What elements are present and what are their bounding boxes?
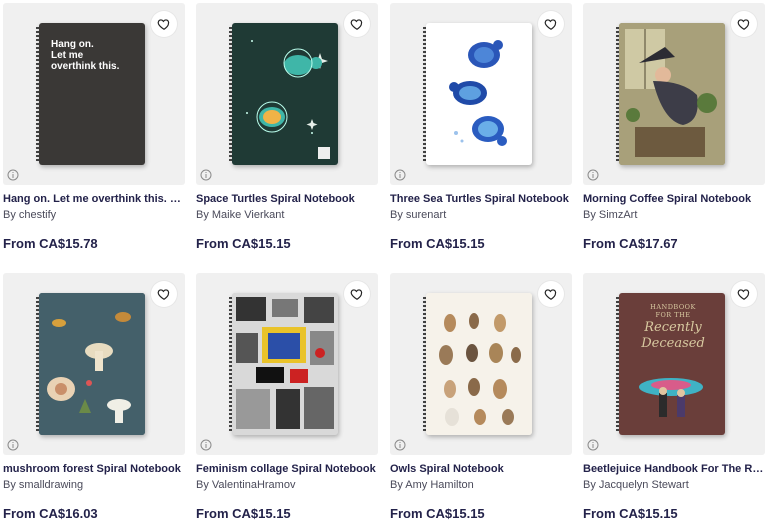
product-image[interactable] (390, 3, 572, 185)
mushroom-forest-art (39, 293, 145, 435)
notebook-cover: HANDBOOK FOR THE Recently Deceased (619, 293, 725, 435)
product-title[interactable]: Morning Coffee Spiral Notebook (583, 193, 765, 205)
feminism-collage-art (232, 293, 338, 435)
info-icon[interactable] (7, 169, 19, 181)
notebook-cover (39, 293, 145, 435)
product-price: From CA$17.67 (583, 236, 678, 251)
product-artist[interactable]: By chestify (3, 209, 185, 221)
notebook-cover (426, 23, 532, 165)
product-artist[interactable]: By ValentinaHramov (196, 479, 378, 491)
product-image[interactable]: HANDBOOK FOR THE Recently Deceased (583, 273, 765, 455)
product-card[interactable]: Morning Coffee Spiral Notebook By SimzAr… (583, 3, 765, 258)
product-card[interactable]: Three Sea Turtles Spiral Notebook By sur… (390, 3, 572, 258)
info-icon[interactable] (394, 439, 406, 451)
cover-text: Hang on. Let me overthink this. (51, 39, 120, 72)
product-artist[interactable]: By smalldrawing (3, 479, 185, 491)
product-artist[interactable]: By surenart (390, 209, 572, 221)
product-card[interactable]: Hang on. Let me overthink this. Hang on.… (3, 3, 185, 258)
sea-turtles-art (449, 40, 507, 146)
product-price: From CA$15.78 (3, 236, 98, 251)
favorite-heart-icon[interactable] (151, 281, 177, 307)
product-card[interactable]: Owls Spiral Notebook By Amy Hamilton Fro… (390, 273, 572, 523)
info-icon[interactable] (200, 169, 212, 181)
product-image[interactable] (3, 273, 185, 455)
info-icon[interactable] (7, 439, 19, 451)
product-artist[interactable]: By SimzArt (583, 209, 765, 221)
space-turtles-art (246, 40, 330, 159)
favorite-heart-icon[interactable] (538, 11, 564, 37)
product-artist[interactable]: By Maike Vierkant (196, 209, 378, 221)
product-title[interactable]: Space Turtles Spiral Notebook (196, 193, 378, 205)
product-title[interactable]: Three Sea Turtles Spiral Notebook (390, 193, 572, 205)
favorite-heart-icon[interactable] (731, 281, 757, 307)
product-card[interactable]: Feminism collage Spiral Notebook By Vale… (196, 273, 378, 523)
notebook-cover (232, 293, 338, 435)
favorite-heart-icon[interactable] (538, 281, 564, 307)
info-icon[interactable] (587, 169, 599, 181)
product-image[interactable]: Hang on. Let me overthink this. (3, 3, 185, 185)
favorite-heart-icon[interactable] (344, 281, 370, 307)
product-artist[interactable]: By Jacquelyn Stewart (583, 479, 765, 491)
product-price: From CA$15.15 (196, 506, 291, 521)
info-icon[interactable] (587, 439, 599, 451)
product-price: From CA$15.15 (390, 236, 485, 251)
favorite-heart-icon[interactable] (151, 11, 177, 37)
notebook-cover (619, 23, 725, 165)
product-price: From CA$15.15 (390, 506, 485, 521)
favorite-heart-icon[interactable] (731, 11, 757, 37)
product-card[interactable]: Space Turtles Spiral Notebook By Maike V… (196, 3, 378, 258)
product-image[interactable] (390, 273, 572, 455)
product-price: From CA$15.15 (196, 236, 291, 251)
beetlejuice-art (639, 378, 703, 417)
product-title[interactable]: Beetlejuice Handbook For The Recently De… (583, 463, 765, 475)
product-title[interactable]: mushroom forest Spiral Notebook (3, 463, 185, 475)
notebook-cover (232, 23, 338, 165)
morning-coffee-art (619, 23, 725, 165)
product-title[interactable]: Hang on. Let me overthink this. Spiral N… (3, 193, 185, 205)
product-image[interactable] (196, 3, 378, 185)
product-card[interactable]: mushroom forest Spiral Notebook By small… (3, 273, 185, 523)
product-image[interactable] (583, 3, 765, 185)
info-icon[interactable] (200, 439, 212, 451)
favorite-heart-icon[interactable] (344, 11, 370, 37)
notebook-cover: Hang on. Let me overthink this. (39, 23, 145, 165)
product-title[interactable]: Owls Spiral Notebook (390, 463, 572, 475)
info-icon[interactable] (394, 169, 406, 181)
product-image[interactable] (196, 273, 378, 455)
product-title[interactable]: Feminism collage Spiral Notebook (196, 463, 378, 475)
notebook-cover (426, 293, 532, 435)
product-price: From CA$16.03 (3, 506, 98, 521)
owls-art (426, 293, 532, 435)
product-artist[interactable]: By Amy Hamilton (390, 479, 572, 491)
product-card[interactable]: HANDBOOK FOR THE Recently Deceased Beetl… (583, 273, 765, 523)
product-grid: Hang on. Let me overthink this. Hang on.… (0, 0, 768, 523)
product-price: From CA$15.15 (583, 506, 678, 521)
